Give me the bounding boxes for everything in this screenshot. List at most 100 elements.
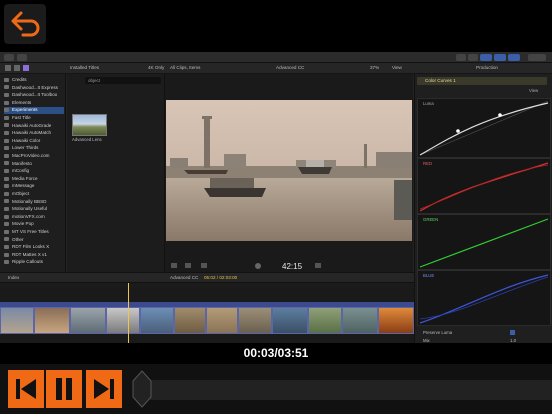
timeline-clip[interactable] xyxy=(70,307,106,334)
progress-handle[interactable] xyxy=(132,370,152,408)
sidebar-item[interactable]: Movie Pop xyxy=(4,221,64,228)
sidebar-item[interactable]: mConfig xyxy=(4,168,64,175)
blue-curve[interactable]: BLUE xyxy=(417,270,551,326)
share-button[interactable] xyxy=(528,54,546,61)
mix-label: Mix xyxy=(423,338,430,343)
back-button[interactable] xyxy=(4,4,46,44)
sidebar-item[interactable]: Other xyxy=(4,237,64,244)
timeline-clip[interactable] xyxy=(378,307,414,334)
filter-label[interactable]: 4K Only xyxy=(148,65,164,70)
sidebar-item[interactable]: RDT Mattes X v1 xyxy=(4,252,64,259)
sidebar-item[interactable]: MT VS Free Titles xyxy=(4,229,64,236)
sidebar-item-label: Hawaiki AutoGrade xyxy=(12,122,52,128)
green-curve[interactable]: GREEN xyxy=(417,214,551,270)
pause-button[interactable] xyxy=(46,370,82,408)
sidebar-item[interactable]: Ripple Callouts xyxy=(4,259,64,266)
layout-button[interactable] xyxy=(508,54,520,61)
music-icon[interactable] xyxy=(14,65,20,71)
title-thumbnail[interactable] xyxy=(72,114,107,136)
layout-button[interactable] xyxy=(494,54,506,61)
sidebar-item-label: Media Force xyxy=(12,175,38,181)
sidebar-item-label: mMessage xyxy=(12,183,35,189)
sidebar-item[interactable]: Lower Thirds xyxy=(4,145,64,152)
sidebar-item[interactable]: Media Force xyxy=(4,176,64,183)
sidebar-item[interactable]: MacProVideo.com xyxy=(4,153,64,160)
mix-value[interactable]: 1.0 xyxy=(510,338,516,343)
sidebar-item[interactable]: Elements xyxy=(4,100,64,107)
inspector-view-menu[interactable]: View xyxy=(529,88,538,93)
viewer-view-menu[interactable]: View xyxy=(392,65,402,70)
sidebar-item[interactable]: RDT Film Looks X xyxy=(4,244,64,251)
photos-icon[interactable] xyxy=(5,65,11,71)
sidebar-item[interactable]: Credits xyxy=(4,77,64,84)
progress-track[interactable] xyxy=(150,380,552,400)
titles-icon[interactable] xyxy=(23,65,29,71)
sidebar-item[interactable]: Dashwood...It Express xyxy=(4,85,64,92)
layout-button[interactable] xyxy=(480,54,492,61)
sidebar-item-label: Movie Pop xyxy=(12,221,34,227)
sidebar-item[interactable]: Fast Title xyxy=(4,115,64,122)
toolbar-button[interactable] xyxy=(456,54,466,61)
sidebar-item[interactable]: mObject xyxy=(4,191,64,198)
timeline-clip[interactable] xyxy=(174,307,206,334)
timeline-clip[interactable] xyxy=(206,307,238,334)
browser-header: Installed Titles 4K Only All Clips, Item… xyxy=(0,63,552,74)
skip-forward-button[interactable] xyxy=(86,370,122,408)
timeline-clip[interactable] xyxy=(272,307,308,334)
red-curve[interactable]: RED xyxy=(417,158,551,214)
timeline-clip[interactable] xyxy=(342,307,378,334)
sidebar-item-label: Hawaiki Color xyxy=(12,137,41,143)
transform-icon[interactable] xyxy=(171,263,177,268)
sidebar-item[interactable]: Motionally Useful xyxy=(4,206,64,213)
luma-curve[interactable]: Luma xyxy=(417,98,551,158)
sidebar-item[interactable]: Experiments xyxy=(4,107,64,114)
folder-icon xyxy=(4,260,9,265)
sidebar-item[interactable]: Hawaiki AutoGrade xyxy=(4,123,64,130)
import-button[interactable] xyxy=(17,54,27,61)
sidebar-item-label: Motionally Useful xyxy=(12,206,47,212)
skip-back-button[interactable] xyxy=(8,370,44,408)
timeline-clip[interactable] xyxy=(308,307,342,334)
playhead[interactable] xyxy=(128,283,129,343)
sidebar-item-label: Manifesto xyxy=(12,160,32,166)
sidebar-item[interactable]: motionVFX.com xyxy=(4,214,64,221)
fcp-window: Installed Titles 4K Only All Clips, Item… xyxy=(0,52,552,343)
folder-icon xyxy=(4,199,9,204)
window-toolbar xyxy=(0,52,552,63)
sidebar-item[interactable]: Motionally BBSD xyxy=(4,199,64,206)
timeline-clip[interactable] xyxy=(140,307,174,334)
crop-icon[interactable] xyxy=(185,263,191,268)
sidebar-item-label: Ripple Callouts xyxy=(12,259,43,265)
folder-icon xyxy=(4,92,9,97)
timeline-clip[interactable] xyxy=(0,307,34,334)
timeline-clip[interactable] xyxy=(238,307,272,334)
folder-icon xyxy=(4,168,9,173)
title-categories: Credits Dashwood...It Express Dashwood...I… xyxy=(0,74,66,272)
search-field[interactable]: object xyxy=(85,77,161,84)
zoom-level[interactable]: 37% xyxy=(370,65,379,70)
sidebar-item[interactable]: mMessage xyxy=(4,183,64,190)
search-input: object xyxy=(88,78,101,83)
timeline-clip[interactable] xyxy=(34,307,70,334)
timeline-clip[interactable] xyxy=(106,307,140,334)
folder-icon xyxy=(4,108,9,113)
effect-name: Color Curves 1 xyxy=(425,78,456,83)
player-controls xyxy=(0,364,552,414)
play-icon[interactable] xyxy=(255,263,261,269)
sidebar-item[interactable]: Manifesto xyxy=(4,161,64,168)
preserve-luma-checkbox[interactable] xyxy=(510,330,515,335)
sidebar-item[interactable]: Hawaiki AutoMatch xyxy=(4,130,64,137)
timeline-index[interactable]: Index xyxy=(8,275,19,280)
sidebar-item[interactable]: Dashwood...It Toolbox xyxy=(4,92,64,99)
video-frame[interactable] xyxy=(166,100,412,241)
speed-icon[interactable] xyxy=(201,263,207,268)
sidebar-item[interactable]: Hawaiki Color xyxy=(4,138,64,145)
toolbar-button[interactable] xyxy=(468,54,478,61)
library-button[interactable] xyxy=(4,54,14,61)
clip-count: All Clips, Items xyxy=(170,65,201,70)
fullscreen-icon[interactable] xyxy=(315,263,321,268)
browser-category: Installed Titles xyxy=(70,65,100,70)
folder-icon xyxy=(4,214,9,219)
folder-icon xyxy=(4,222,9,227)
folder-icon xyxy=(4,77,9,82)
